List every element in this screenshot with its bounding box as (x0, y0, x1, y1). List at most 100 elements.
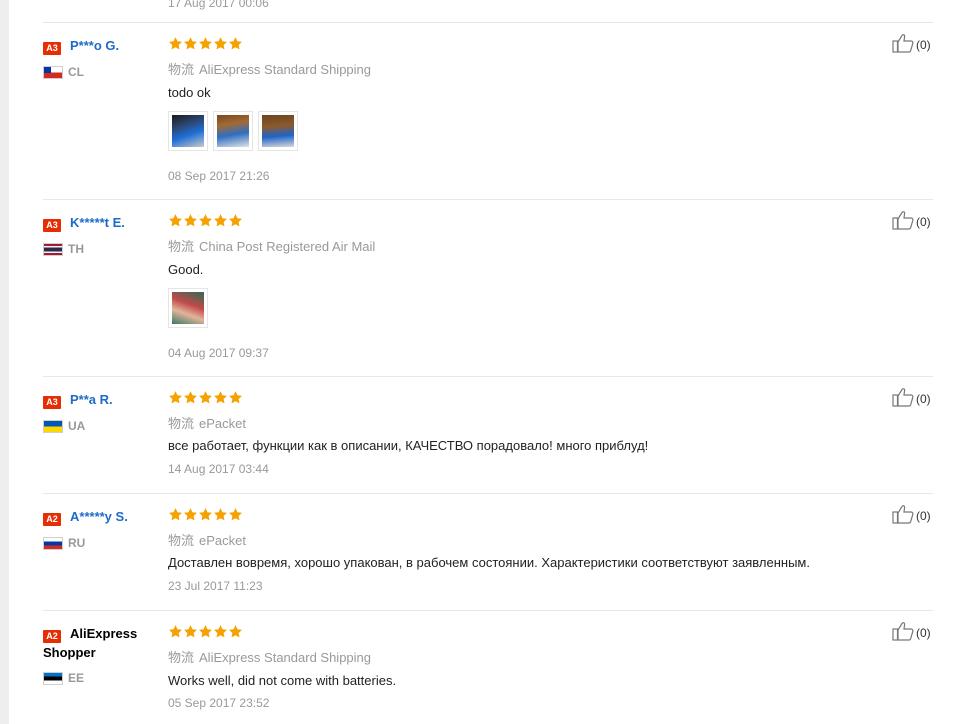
country-flag-icon (43, 672, 63, 685)
star-icon (199, 214, 212, 227)
thumbs-up-icon (892, 210, 914, 235)
review-photos (168, 288, 208, 328)
thumbs-up-icon (892, 387, 914, 412)
helpful-button[interactable]: (0) (892, 33, 931, 58)
star-icon (184, 625, 197, 638)
star-icon (169, 508, 182, 521)
buyer-level-badge: A3 (43, 42, 61, 55)
buyer-name: AliExpress Shopper (43, 626, 138, 660)
country-code: EE (68, 671, 85, 685)
photo-image (172, 292, 204, 324)
thumbs-up-icon (892, 504, 914, 529)
star-icon (199, 508, 212, 521)
star-rating (168, 390, 243, 406)
star-icon (199, 391, 212, 404)
star-icon (229, 214, 242, 227)
review-photo-thumbnail[interactable] (168, 111, 208, 151)
country-code: RU (68, 536, 86, 550)
review-text: Good. (168, 262, 204, 277)
review-date: 04 Aug 2017 09:37 (168, 346, 269, 360)
review-photos (168, 111, 298, 151)
star-icon (184, 37, 197, 50)
star-icon (199, 625, 212, 638)
helpful-button[interactable]: (0) (892, 621, 931, 646)
shipping-method-value: AliExpress Standard Shipping (199, 650, 372, 665)
star-icon (214, 508, 227, 521)
previous-review-date: 17 Aug 2017 00:06 (168, 0, 269, 10)
divider (43, 493, 933, 494)
review-photo-thumbnail[interactable] (213, 111, 253, 151)
feedback-list: 17 Aug 2017 00:06 A3 P***o G. CL 物流 AliEx… (0, 0, 967, 724)
divider (43, 376, 933, 377)
star-icon (214, 625, 227, 638)
helpful-button[interactable]: (0) (892, 387, 931, 412)
helpful-count: (0) (916, 626, 931, 640)
country-flag-icon (43, 420, 63, 433)
divider (43, 199, 933, 200)
buyer-name-link[interactable]: P***o G. (70, 38, 119, 53)
star-icon (184, 508, 197, 521)
photo-image (262, 115, 294, 147)
review-date: 05 Sep 2017 23:52 (168, 696, 270, 710)
shipping-method-value: China Post Registered Air Mail (199, 239, 376, 254)
star-icon (229, 508, 242, 521)
review-text: Works well, did not come with batteries. (168, 673, 397, 688)
helpful-count: (0) (916, 38, 931, 52)
thumbs-up-icon (892, 33, 914, 58)
review-text: Доставлен вовремя, хорошо упакован, в ра… (168, 555, 810, 570)
review-date: 08 Sep 2017 21:26 (168, 169, 270, 183)
review-text: все работает, функции как в описании, КА… (168, 438, 649, 453)
star-icon (229, 391, 242, 404)
photo-image (217, 115, 249, 147)
buyer-name-link[interactable]: P**a R. (70, 392, 113, 407)
star-icon (169, 214, 182, 227)
shipping-method: 物流 ePacket (168, 530, 246, 549)
country-flag-icon (43, 537, 63, 550)
star-icon (184, 214, 197, 227)
review-date: 14 Aug 2017 03:44 (168, 462, 269, 476)
star-icon (199, 37, 212, 50)
helpful-button[interactable]: (0) (892, 504, 931, 529)
helpful-count: (0) (916, 509, 931, 523)
shipping-method: 物流 AliExpress Standard Shipping (168, 59, 371, 78)
review-date: 23 Jul 2017 11:23 (168, 579, 263, 593)
helpful-button[interactable]: (0) (892, 210, 931, 235)
buyer-name-link[interactable]: K*****t E. (70, 215, 125, 230)
shipping-method: 物流 China Post Registered Air Mail (168, 236, 375, 255)
country-code: CL (68, 65, 84, 79)
shipping-label: 物流 (168, 239, 195, 254)
shipping-method-value: AliExpress Standard Shipping (199, 62, 372, 77)
buyer-name-link[interactable]: A*****y S. (70, 509, 128, 524)
review-text: todo ok (168, 85, 211, 100)
star-rating (168, 624, 243, 640)
shipping-method-value: ePacket (199, 533, 246, 548)
shipping-label: 物流 (168, 533, 195, 548)
shipping-method: 物流 ePacket (168, 413, 246, 432)
helpful-count: (0) (916, 392, 931, 406)
buyer-level-badge: A3 (43, 396, 61, 409)
thumbs-up-icon (892, 621, 914, 646)
star-icon (214, 37, 227, 50)
review-photo-thumbnail[interactable] (168, 288, 208, 328)
shipping-label: 物流 (168, 62, 195, 77)
photo-image (172, 115, 204, 147)
helpful-count: (0) (916, 215, 931, 229)
star-icon (169, 37, 182, 50)
star-icon (184, 391, 197, 404)
review-photo-thumbnail[interactable] (258, 111, 298, 151)
divider (43, 610, 933, 611)
star-rating (168, 36, 243, 52)
star-rating (168, 507, 243, 523)
star-icon (229, 625, 242, 638)
star-icon (214, 391, 227, 404)
star-icon (229, 37, 242, 50)
star-rating (168, 213, 243, 229)
shipping-method: 物流 AliExpress Standard Shipping (168, 647, 371, 666)
shipping-label: 物流 (168, 416, 195, 431)
star-icon (169, 625, 182, 638)
buyer-level-badge: A2 (43, 513, 61, 526)
buyer-level-badge: A3 (43, 219, 61, 232)
flag-canton (44, 67, 51, 73)
shipping-method-value: ePacket (199, 416, 246, 431)
country-flag-icon (43, 243, 63, 256)
